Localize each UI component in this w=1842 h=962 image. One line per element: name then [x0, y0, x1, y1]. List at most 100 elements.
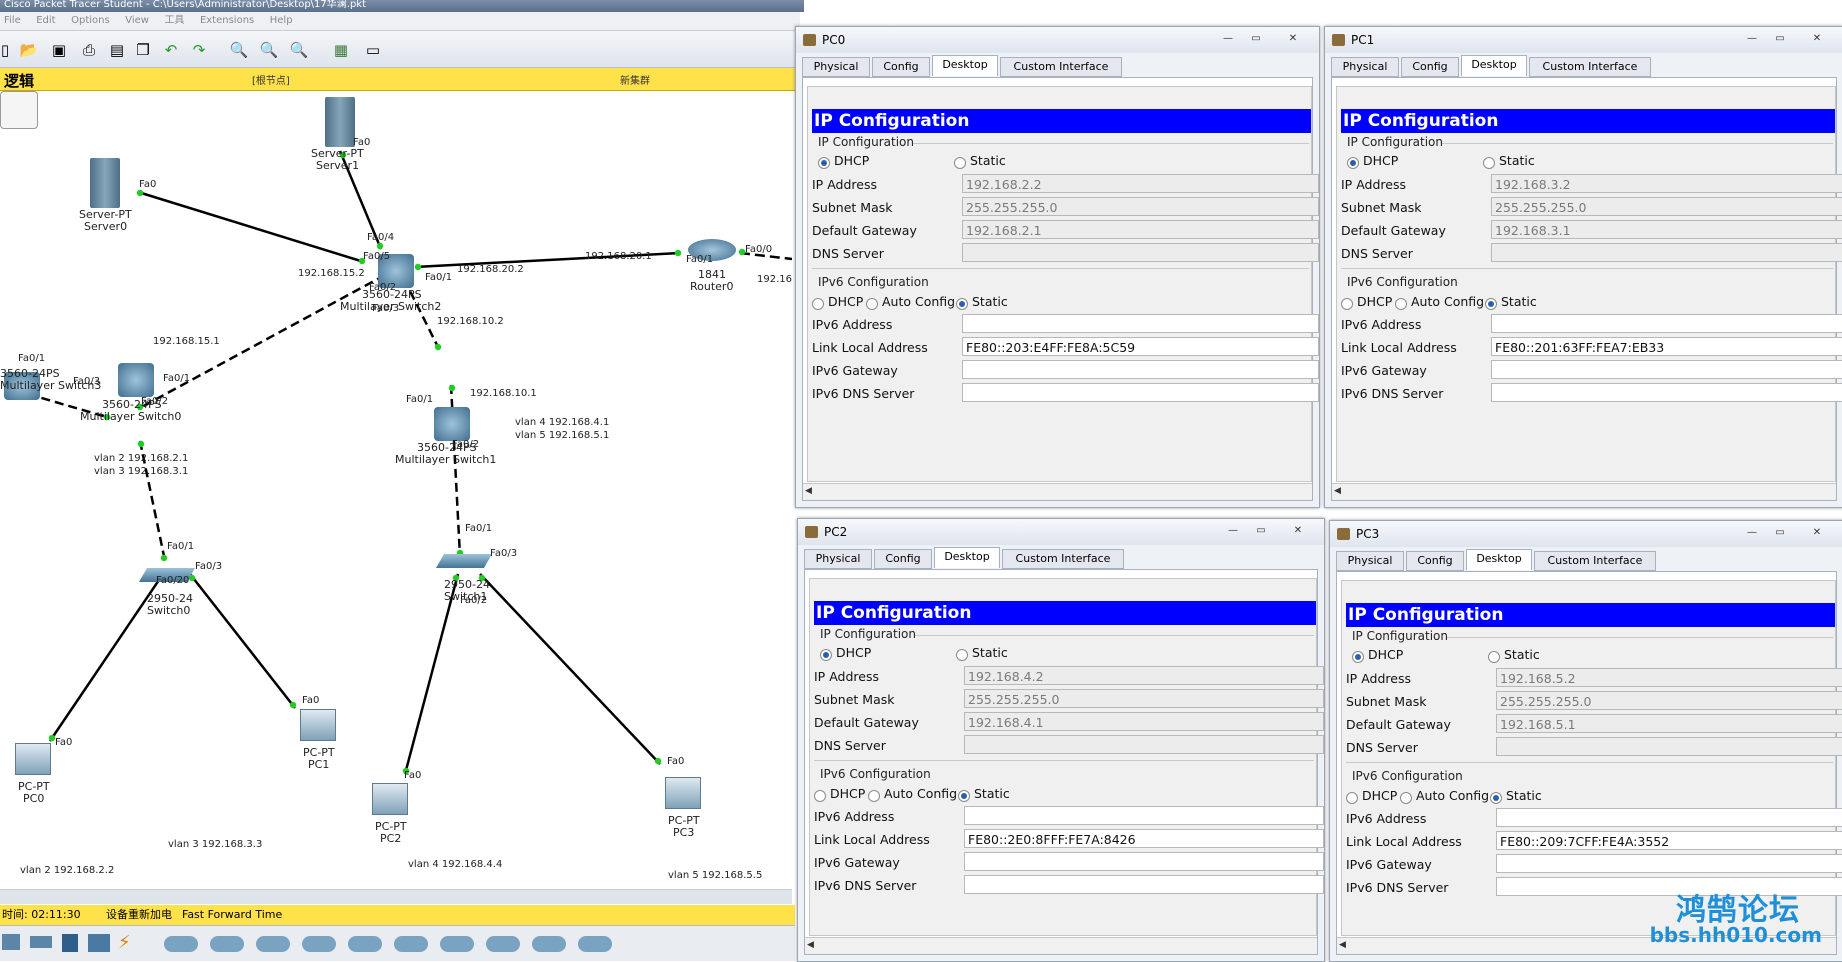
tab-config[interactable]: Config	[1406, 551, 1464, 571]
tab-custom-interface[interactable]: Custom Interface	[1529, 57, 1651, 77]
link-local-field[interactable]: FE80::2E0:8FFF:FE7A:8426	[964, 829, 1324, 848]
link-local-field[interactable]: FE80::201:63FF:FEA7:EB33	[1491, 337, 1842, 356]
topology-canvas[interactable]: Server-PT Server1 Server-PT Server0 3560…	[0, 91, 792, 889]
ipv6-gateway-field[interactable]	[1496, 854, 1842, 873]
redo-icon[interactable]: ↷	[188, 39, 210, 61]
undo-icon[interactable]: ↶	[160, 39, 182, 61]
hub-category-icon[interactable]	[62, 934, 78, 952]
pc2-icon[interactable]	[372, 783, 408, 815]
ipv6-address-field[interactable]	[962, 314, 1319, 333]
device-model-icon[interactable]	[164, 936, 198, 952]
ipv6-auto-radio[interactable]	[1400, 792, 1412, 804]
ipv6-dhcp-radio[interactable]	[814, 790, 826, 802]
link-local-field[interactable]: FE80::209:7CFF:FE4A:3552	[1496, 831, 1842, 850]
ipv6-dhcp-radio[interactable]	[1346, 792, 1358, 804]
dns-server-field[interactable]	[964, 735, 1324, 754]
tab-custom-interface[interactable]: Custom Interface	[1534, 551, 1656, 571]
minimize-icon[interactable]: —	[1739, 525, 1765, 542]
subnet-mask-field[interactable]: 255.255.255.0	[1496, 691, 1842, 710]
close-icon[interactable]: ✕	[1801, 525, 1833, 542]
wireless-category-icon[interactable]	[88, 934, 110, 952]
new-cluster-link[interactable]: 新集群	[620, 72, 650, 87]
copy-icon[interactable]: ❐	[132, 39, 154, 61]
tab-physical[interactable]: Physical	[804, 549, 872, 569]
default-gateway-field[interactable]: 192.168.5.1	[1496, 714, 1842, 733]
default-gateway-field[interactable]: 192.168.2.1	[962, 220, 1319, 239]
dhcp-radio[interactable]	[1347, 157, 1359, 169]
device-model-icon[interactable]	[394, 936, 428, 952]
dns-server-field[interactable]	[1491, 243, 1842, 262]
router-category-icon[interactable]	[2, 934, 20, 950]
default-gateway-field[interactable]: 192.168.3.1	[1491, 220, 1842, 239]
scroll-left-icon[interactable]: ◀	[1334, 486, 1341, 496]
menu-options[interactable]: Options	[71, 12, 110, 30]
fast-forward-button[interactable]: Fast Forward Time	[182, 905, 282, 925]
power-cycle-button[interactable]: 设备重新加电	[106, 905, 172, 925]
device-model-icon[interactable]	[532, 936, 566, 952]
device-model-icon[interactable]	[578, 936, 612, 952]
ipv6-address-field[interactable]	[1496, 808, 1842, 827]
menu-edit[interactable]: Edit	[36, 12, 55, 30]
pc0-icon[interactable]	[15, 743, 51, 775]
ipv6-static-radio[interactable]	[958, 790, 970, 802]
maximize-icon[interactable]: ▭	[1767, 525, 1793, 542]
ipv6-gateway-field[interactable]	[964, 852, 1324, 871]
minimize-icon[interactable]: —	[1220, 523, 1246, 540]
dhcp-radio[interactable]	[818, 157, 830, 169]
close-icon[interactable]: ✕	[1801, 31, 1833, 48]
ipv6-auto-radio[interactable]	[868, 790, 880, 802]
device-model-icon[interactable]	[256, 936, 290, 952]
ipv6-gateway-field[interactable]	[962, 360, 1319, 379]
static-radio[interactable]	[1483, 157, 1495, 169]
subnet-mask-field[interactable]: 255.255.255.0	[964, 689, 1324, 708]
dhcp-radio[interactable]	[820, 649, 832, 661]
panel-horizontal-scrollbar[interactable]: ◀	[1332, 483, 1836, 500]
pc1-icon[interactable]	[300, 709, 336, 741]
tab-config[interactable]: Config	[872, 57, 930, 77]
menu-extensions[interactable]: Extensions	[200, 12, 254, 30]
tab-physical[interactable]: Physical	[1331, 57, 1399, 77]
ipv6-auto-radio[interactable]	[866, 298, 878, 310]
tab-desktop[interactable]: Desktop	[932, 55, 998, 76]
subnet-mask-field[interactable]: 255.255.255.0	[962, 197, 1319, 216]
server1-icon[interactable]	[325, 97, 355, 147]
switch-category-icon[interactable]	[30, 936, 52, 948]
subnet-mask-field[interactable]: 255.255.255.0	[1491, 197, 1842, 216]
tab-custom-interface[interactable]: Custom Interface	[1002, 549, 1124, 569]
ipv6-dhcp-radio[interactable]	[812, 298, 824, 310]
menu-tools[interactable]: 工具	[164, 12, 184, 30]
static-radio[interactable]	[954, 157, 966, 169]
menu-file[interactable]: File	[4, 12, 21, 30]
device-model-icon[interactable]	[210, 936, 244, 952]
ip-address-field[interactable]: 192.168.5.2	[1496, 668, 1842, 687]
device-model-icon[interactable]	[486, 936, 520, 952]
maximize-icon[interactable]: ▭	[1767, 31, 1793, 48]
scroll-left-icon[interactable]: ◀	[805, 486, 812, 496]
close-icon[interactable]: ✕	[1277, 31, 1309, 48]
switch1-icon[interactable]	[435, 554, 493, 568]
print-icon[interactable]: ⎙	[78, 39, 100, 61]
ipv6-address-field[interactable]	[964, 806, 1324, 825]
menu-help[interactable]: Help	[270, 12, 293, 30]
maximize-icon[interactable]: ▭	[1243, 31, 1269, 48]
minimize-icon[interactable]: —	[1739, 31, 1765, 48]
logical-tab-label[interactable]: 逻辑	[4, 70, 34, 91]
canvas-horizontal-scrollbar[interactable]	[0, 889, 792, 904]
tab-config[interactable]: Config	[1401, 57, 1459, 77]
static-radio[interactable]	[956, 649, 968, 661]
link-local-field[interactable]: FE80::203:E4FF:FE8A:5C59	[962, 337, 1319, 356]
static-radio[interactable]	[1488, 651, 1500, 663]
panel-horizontal-scrollbar[interactable]: ◀	[805, 937, 1317, 954]
tab-custom-interface[interactable]: Custom Interface	[1000, 57, 1122, 77]
ipv6-auto-radio[interactable]	[1395, 298, 1407, 310]
ip-address-field[interactable]: 192.168.2.2	[962, 174, 1319, 193]
ipv6-static-radio[interactable]	[1485, 298, 1497, 310]
palette-icon[interactable]: ▦	[330, 39, 352, 61]
tab-physical[interactable]: Physical	[1336, 551, 1404, 571]
zoom-out-icon[interactable]: 🔍	[288, 39, 310, 61]
close-icon[interactable]: ✕	[1282, 523, 1314, 540]
multilayer-switch0-icon[interactable]	[118, 363, 154, 397]
minimize-icon[interactable]: —	[1215, 31, 1241, 48]
tab-config[interactable]: Config	[874, 549, 932, 569]
new-file-icon[interactable]: ▯	[0, 39, 16, 61]
